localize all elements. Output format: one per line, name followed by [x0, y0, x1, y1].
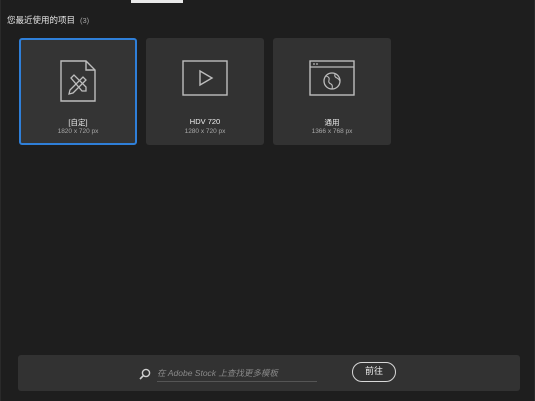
preset-card-general[interactable]: 通用 1366 x 768 px [273, 38, 391, 145]
preset-card-hdv-720[interactable]: HDV 720 1280 x 720 px [146, 38, 264, 145]
preset-title: [自定] [68, 118, 88, 127]
preset-card-custom[interactable]: [自定] 1820 x 720 px [19, 38, 137, 145]
new-document-window: 您最近使用的项目 (3) [自定] 1820 x 720 px HDV 720 … [0, 0, 535, 401]
custom-document-icon [59, 60, 97, 102]
active-tab-indicator [131, 0, 183, 3]
adobe-stock-search-bar: 前往 [18, 355, 520, 391]
stock-search-field [139, 364, 319, 382]
recent-projects-heading: 您最近使用的项目 (3) [7, 14, 89, 26]
web-globe-icon [309, 60, 355, 96]
preset-title: 通用 [324, 118, 340, 127]
recent-projects-label: 您最近使用的项目 [7, 15, 76, 25]
go-button[interactable]: 前往 [352, 362, 396, 382]
video-play-icon [182, 60, 228, 96]
recent-projects-count: (3) [80, 16, 90, 25]
preset-title: HDV 720 [189, 117, 221, 126]
preset-size: 1366 x 768 px [311, 128, 353, 135]
stock-search-input[interactable] [157, 364, 317, 382]
search-icon [139, 367, 151, 380]
preset-size: 1280 x 720 px [184, 128, 226, 135]
preset-size: 1820 x 720 px [57, 128, 99, 135]
